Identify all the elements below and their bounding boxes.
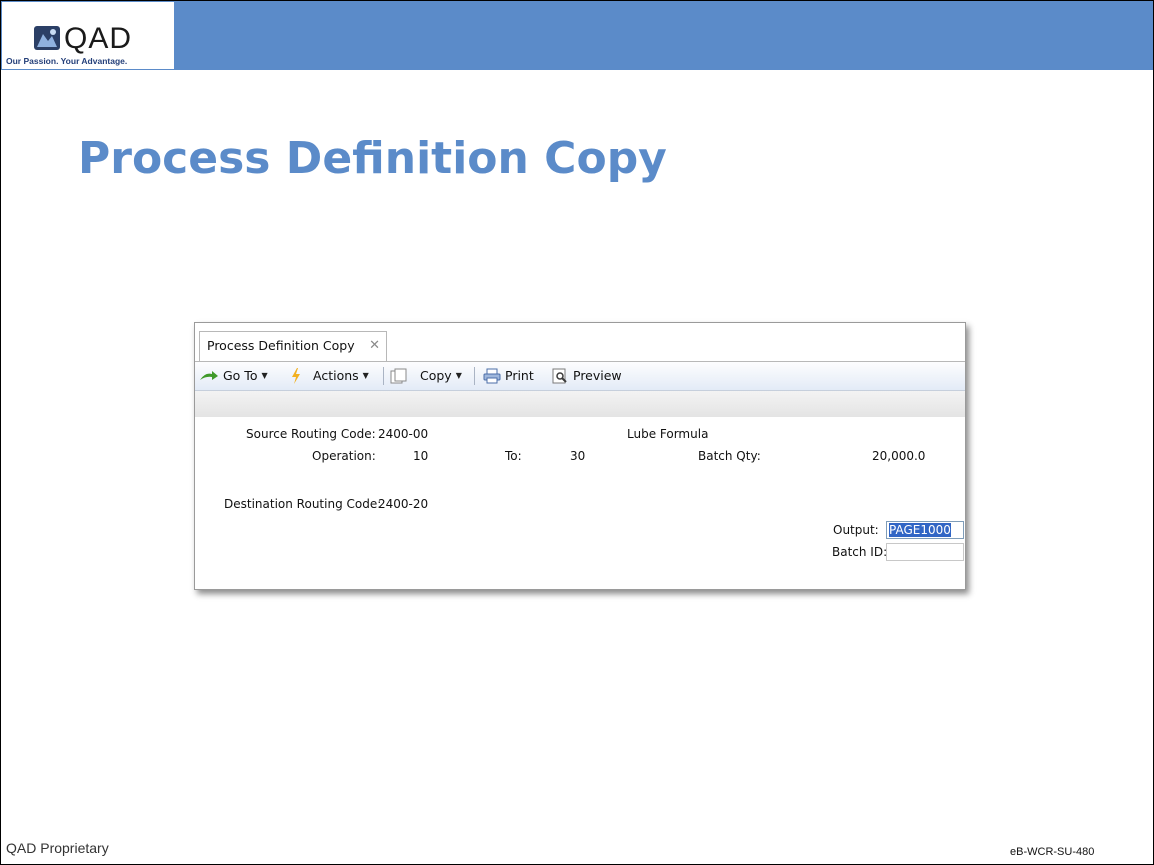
lightning-icon — [292, 368, 300, 384]
app-window: Process Definition Copy ✕ Go To ▼ Action… — [194, 322, 966, 590]
operation-from-value[interactable]: 10 — [413, 449, 428, 463]
chevron-down-icon: ▼ — [362, 371, 369, 380]
actions-label: Actions — [313, 368, 359, 383]
tab-label: Process Definition Copy — [207, 338, 355, 353]
print-button[interactable]: Print — [483, 362, 534, 390]
batch-qty-label: Batch Qty: — [698, 449, 761, 463]
close-icon[interactable]: ✕ — [369, 332, 380, 360]
arrow-right-icon — [200, 371, 218, 380]
toolbar-separator — [383, 367, 384, 385]
output-label: Output: — [833, 523, 879, 537]
operation-to-value[interactable]: 30 — [570, 449, 585, 463]
copy-label: Copy — [420, 368, 452, 383]
batch-id-field[interactable] — [886, 543, 964, 561]
goto-label: Go To — [223, 368, 258, 383]
source-routing-value[interactable]: 2400-00 — [378, 427, 428, 441]
chevron-down-icon: ▼ — [455, 371, 462, 380]
logo-area: QAD Our Passion. Your Advantage. — [2, 2, 174, 69]
slide-title: Process Definition Copy — [78, 133, 667, 184]
print-label: Print — [505, 368, 534, 383]
output-field[interactable]: PAGE1000 — [886, 521, 964, 539]
logo-tagline: Our Passion. Your Advantage. — [6, 56, 128, 66]
batch-id-label: Batch ID: — [832, 545, 888, 559]
toolbar-separator — [474, 367, 475, 385]
printer-icon — [483, 368, 501, 384]
source-routing-label: Source Routing Code: — [246, 427, 376, 441]
output-value: PAGE1000 — [889, 523, 951, 537]
preview-button[interactable]: Preview — [551, 362, 622, 390]
qad-logo-icon — [34, 26, 60, 50]
goto-button[interactable]: Go To ▼ — [199, 362, 268, 390]
form-content: Source Routing Code: 2400-00 Lube Formul… — [195, 417, 965, 589]
destination-routing-label: Destination Routing Code: — [224, 497, 382, 511]
preview-label: Preview — [573, 368, 622, 383]
form-header-band — [195, 391, 965, 417]
routing-description: Lube Formula — [627, 427, 709, 441]
tab-bar: Process Definition Copy ✕ — [195, 323, 965, 362]
operation-label: Operation: — [312, 449, 376, 463]
batch-qty-value[interactable]: 20,000.0 — [872, 449, 925, 463]
logo-text: QAD — [64, 22, 133, 55]
toolbar: Go To ▼ Actions ▼ Copy ▼ Print Preview — [195, 362, 965, 391]
preview-icon — [552, 368, 567, 384]
footer-proprietary: QAD Proprietary — [6, 840, 109, 856]
actions-button[interactable]: Actions ▼ — [291, 362, 369, 390]
footer-code: eB-WCR-SU-480 — [1010, 846, 1095, 858]
copy-icon — [390, 368, 407, 384]
copy-button[interactable]: Copy ▼ — [390, 362, 462, 390]
tab-process-definition-copy[interactable]: Process Definition Copy ✕ — [199, 331, 387, 361]
chevron-down-icon: ▼ — [261, 371, 268, 380]
to-label: To: — [505, 449, 522, 463]
destination-routing-value[interactable]: 2400-20 — [378, 497, 428, 511]
